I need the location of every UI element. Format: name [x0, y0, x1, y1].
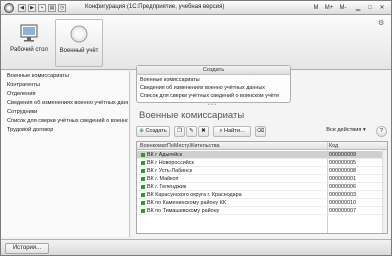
nav-item-employment-contract[interactable]: Трудовой договор [7, 127, 128, 133]
all-actions-label: Все действия [326, 127, 362, 133]
row-name: ВК г. Майкоп [147, 176, 179, 182]
catalog-item-icon [141, 169, 145, 173]
table-row[interactable]: ВК г. Геленджик 000000006 [137, 183, 387, 191]
find-button-label: Найти... [224, 128, 245, 134]
nav-item-departments[interactable]: Отделения [7, 91, 128, 97]
table-row[interactable]: ВК Карасунского округа г. Краснодара 000… [137, 191, 387, 199]
create-item-reconciliation-list[interactable]: Список для сверки учётных сведений о вои… [140, 93, 279, 99]
row-name: ВК по Тимашевскому району [147, 208, 220, 214]
column-header-code[interactable]: Код [329, 143, 338, 149]
row-name: ВК по Каменинскому району КК [147, 200, 226, 206]
print-icon[interactable]: ▤ [48, 4, 56, 12]
close-icon[interactable]: ✕ [377, 3, 387, 13]
create-item-military-data-changes[interactable]: Сведения об изменениях военно учётных да… [140, 85, 265, 91]
delete-mark-icon[interactable]: ✖ [198, 126, 209, 137]
row-code: 000000006 [329, 184, 356, 190]
military-registration-icon [70, 25, 88, 43]
history-button[interactable]: История... [5, 243, 49, 254]
form-title: Военные комиссариаты [139, 110, 245, 121]
catalog-item-icon [141, 201, 145, 205]
copy-icon[interactable]: ❐ [174, 126, 185, 137]
row-name: ВК г. Геленджик [147, 184, 187, 190]
create-panel: Создать Военные комиссариаты Сведения об… [136, 65, 291, 103]
row-code: 000000009 [329, 152, 356, 158]
help-icon[interactable]: ? [376, 126, 387, 137]
nav-item-counterparties[interactable]: Контрагенты [7, 82, 128, 88]
navigation-panel: Военные комиссариаты Контрагенты Отделен… [1, 71, 130, 237]
memory-minus-button[interactable]: M- [337, 3, 349, 13]
column-header-commissariat[interactable]: ВоенкоматПоМестуЖительства [140, 143, 220, 149]
row-code: 000000001 [329, 176, 356, 182]
history-icon[interactable]: ◷ [58, 4, 66, 12]
commissariats-table: ВоенкоматПоМестуЖительства Код ВК г Адыг… [136, 141, 388, 234]
maximize-icon[interactable]: □ [365, 3, 375, 13]
create-item-military-commissariats[interactable]: Военные комиссариаты [140, 77, 200, 83]
memory-button[interactable]: M [311, 3, 321, 13]
sections-panel: Рабочий стол Военный учёт ⚙ [1, 15, 391, 70]
cancel-search-icon[interactable]: ⌫ [255, 126, 266, 137]
create-button-label: Создать [145, 128, 167, 134]
table-row[interactable]: ВК г Усть-Лабинск 000000008 [137, 167, 387, 175]
nav-item-employees[interactable]: Сотрудники [7, 109, 128, 115]
section-military-label: Военный учёт [59, 48, 99, 54]
forward-icon[interactable]: ▶ [28, 4, 36, 12]
section-desktop[interactable]: Рабочий стол [5, 19, 53, 67]
table-scrollbar[interactable] [382, 150, 387, 233]
create-panel-title: Создать [137, 66, 290, 75]
catalog-item-icon [141, 193, 145, 197]
table-row[interactable]: ВК по Каменинскому району КК 000000010 [137, 199, 387, 207]
chevron-down-icon: ▾ [362, 127, 366, 133]
panel-settings-icon[interactable]: ⚙ [378, 19, 387, 28]
catalog-item-icon [141, 185, 145, 189]
minimize-icon[interactable]: ▁ [353, 3, 363, 13]
save-icon[interactable]: ▪ [38, 4, 46, 12]
find-icon: ⌕ [219, 128, 223, 134]
catalog-item-icon [141, 153, 145, 157]
table-row[interactable]: ВК по Тимашевскому району 000000007 [137, 207, 387, 215]
table-header: ВоенкоматПоМестуЖительства Код [137, 142, 387, 150]
find-button[interactable]: ⌕ Найти... [213, 126, 251, 137]
desktop-icon [20, 24, 38, 42]
row-name: ВК г Новороссийск [147, 160, 194, 166]
table-row[interactable]: ВК г Новороссийск 000000005 [137, 159, 387, 167]
row-name: ВК г Адыгейск [147, 152, 183, 158]
nav-item-military-data-changes[interactable]: Сведения об изменениях военно учётных да… [7, 100, 128, 106]
catalog-item-icon [141, 161, 145, 165]
row-name: ВК г Усть-Лабинск [147, 168, 193, 174]
catalog-item-icon [141, 177, 145, 181]
section-desktop-label: Рабочий стол [10, 47, 48, 53]
edit-icon[interactable]: ✎ [186, 126, 197, 137]
row-code: 000000010 [329, 200, 356, 206]
table-row[interactable]: ВК г Адыгейск 000000009 [137, 151, 387, 159]
nav-item-reconciliation-list[interactable]: Список для сверки учётных сведений о вое… [7, 118, 128, 124]
status-bar: История... [1, 239, 391, 255]
back-icon[interactable]: ◀ [18, 4, 26, 12]
window-title: Конфигурация (1С:Предприятие, учебная ве… [85, 4, 225, 10]
section-military-registration[interactable]: Военный учёт [55, 19, 103, 67]
row-code: 000000005 [329, 160, 356, 166]
title-bar: ◀ ▶ ▪ ▤ ◷ Конфигурация (1С:Предприятие, … [1, 1, 391, 15]
row-name: ВК Карасунского округа г. Краснодара [147, 192, 242, 198]
form-command-bar: ⊕ Создать ❐ ✎ ✖ ⌕ Найти... ⌫ Все действи… [136, 126, 388, 137]
create-icon: ⊕ [139, 128, 144, 134]
catalog-item-icon [141, 209, 145, 213]
row-code: 000000003 [329, 192, 356, 198]
create-button[interactable]: ⊕ Создать [136, 126, 170, 137]
memory-plus-button[interactable]: M+ [323, 3, 335, 13]
app-logo-icon[interactable] [4, 3, 14, 13]
nav-item-military-commissariats[interactable]: Военные комиссариаты [7, 73, 128, 79]
table-row[interactable]: ВК г. Майкоп 000000001 [137, 175, 387, 183]
app-window: ◀ ▶ ▪ ▤ ◷ Конфигурация (1С:Предприятие, … [0, 0, 392, 256]
work-area: Создать Военные комиссариаты Сведения об… [131, 65, 391, 237]
all-actions-menu[interactable]: Все действия ▾ [322, 126, 370, 137]
panel-splitter[interactable]: • • • [206, 103, 218, 108]
row-code: 000000008 [329, 168, 356, 174]
row-code: 000000007 [329, 208, 356, 214]
